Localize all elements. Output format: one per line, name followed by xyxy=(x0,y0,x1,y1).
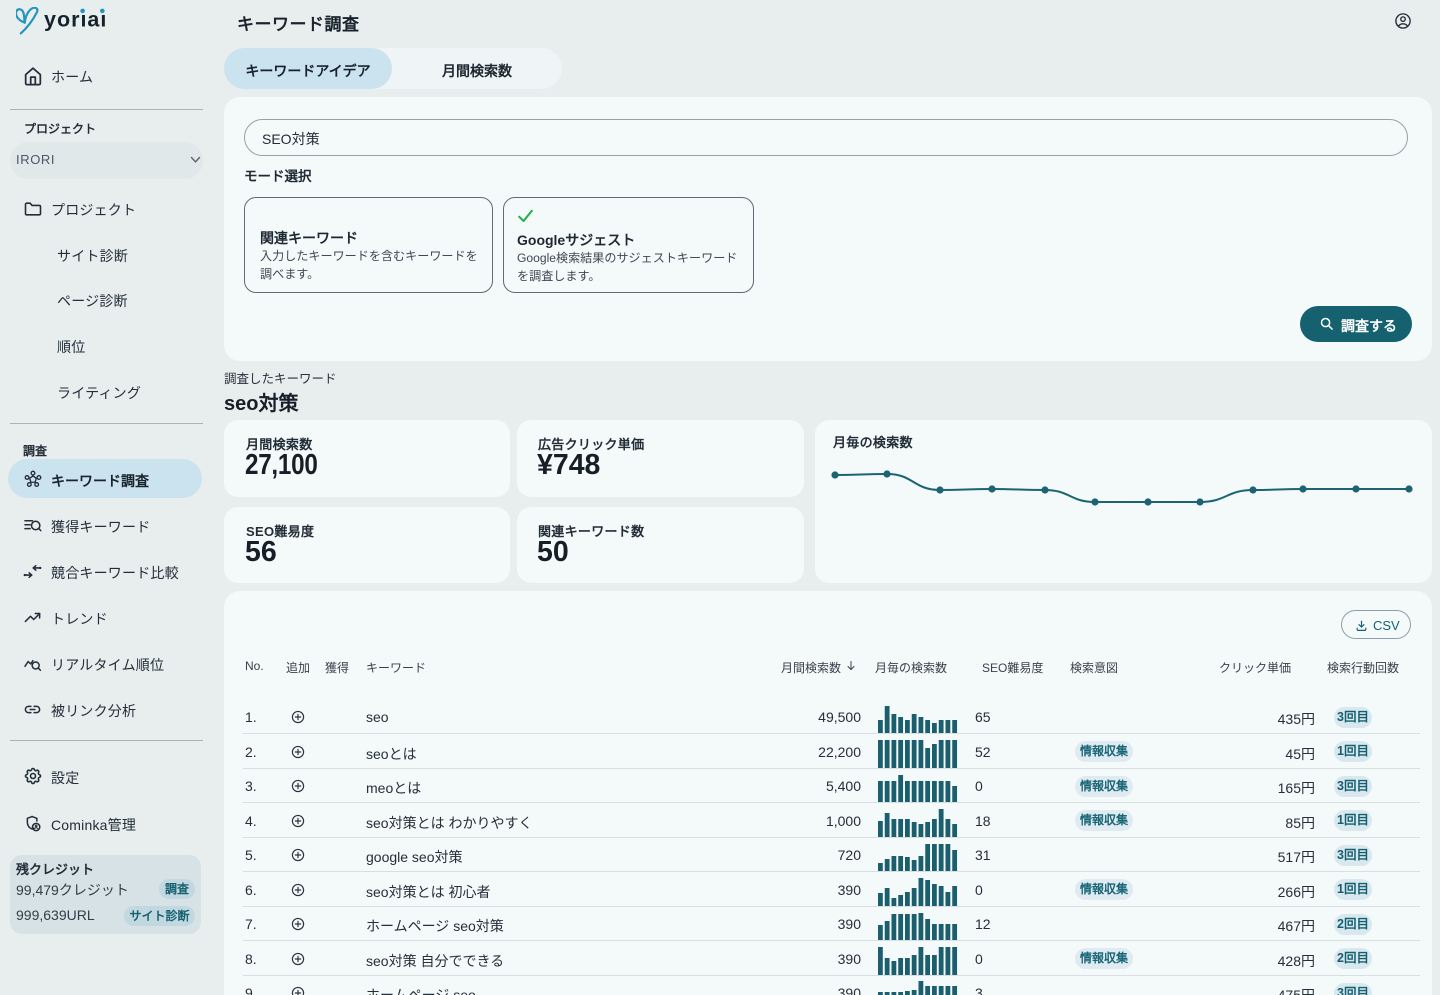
svg-text:yorıaı: yorıaı xyxy=(44,7,107,31)
